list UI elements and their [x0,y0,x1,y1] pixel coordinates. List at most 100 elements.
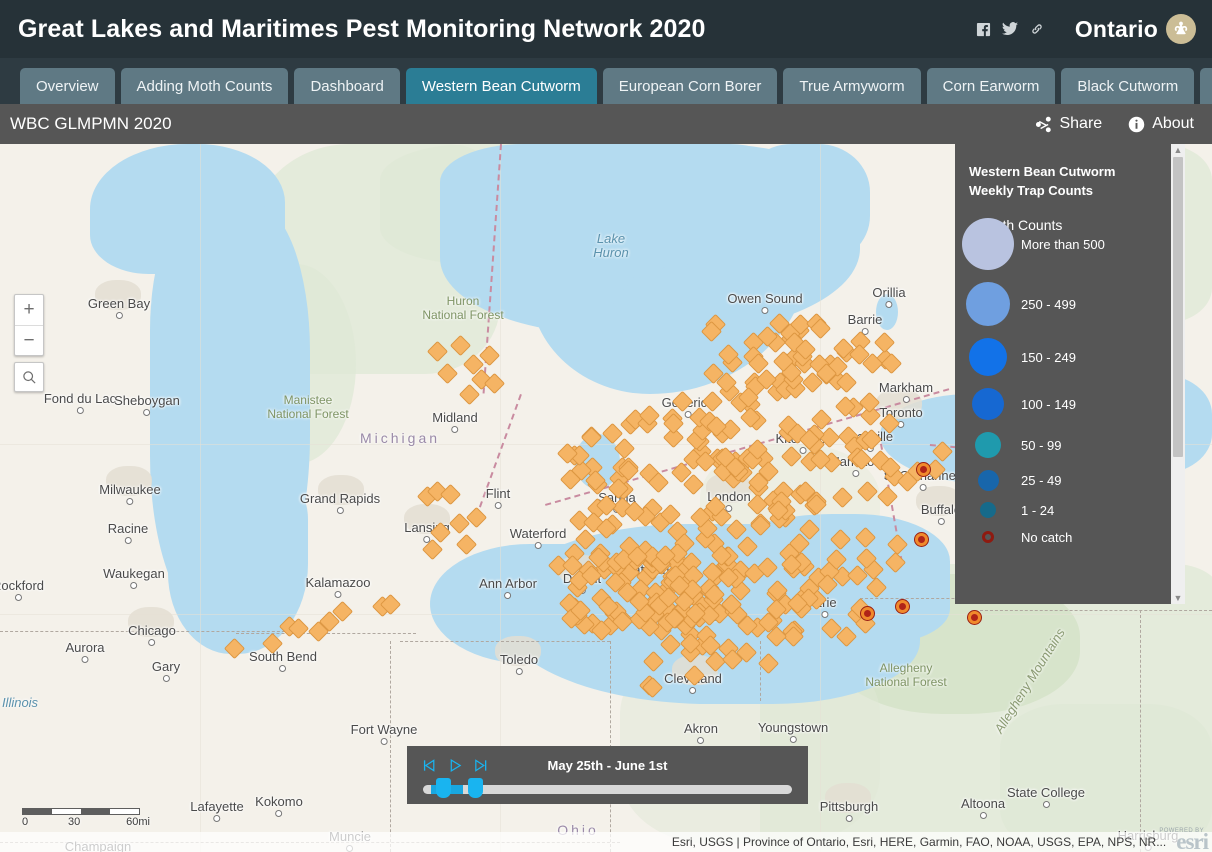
legend-symbol [955,388,1021,420]
map-city-marker: South Bend [249,649,317,672]
social-links [976,22,1045,37]
map-city-dot [761,307,768,314]
map-city-marker: Aurora [65,640,104,663]
map-city-marker: Altoona [961,796,1005,819]
previous-button[interactable] [423,758,438,773]
map-city-label: Youngstown [758,720,828,735]
map-city-label: Lafayette [190,799,244,814]
map-city-marker: Midland [432,410,478,433]
scroll-thumb[interactable] [1173,157,1183,457]
tab-european-corn-borer[interactable]: European Corn Borer [603,68,778,104]
map-city-marker: Waukegan [103,566,165,589]
map-viewport[interactable]: HuronNational Forest ManisteeNational For… [0,144,1212,852]
map-state-border [980,610,1212,611]
map-city-marker: Toledo [500,652,538,675]
tab-dashboard[interactable]: Dashboard [294,68,399,104]
facebook-icon[interactable] [976,22,991,37]
map-city-label: Markham [879,380,933,395]
map-city-label: Orillia [872,285,905,300]
about-label: About [1152,115,1194,133]
map-nocatch-marker[interactable] [915,533,928,546]
map-city-dot [689,687,696,694]
map-city-label: State College [1007,785,1085,800]
twitter-icon[interactable] [1002,22,1018,36]
map-state-border [1140,610,1141,852]
map-city-dot [885,301,892,308]
map-city-label: Racine [108,521,148,536]
map-city-label: Midland [432,410,478,425]
map-city-dot [452,426,459,433]
map-city-label: Gary [152,659,180,674]
search-icon [22,370,37,385]
next-button[interactable] [473,758,488,773]
scale-tick-2: 60mi [126,816,150,828]
legend-symbol [955,218,1021,270]
scroll-up-icon[interactable]: ▲ [1174,144,1183,156]
map-state-border [760,641,761,701]
tab-adding-moth-counts[interactable]: Adding Moth Counts [121,68,289,104]
legend-scrollbar[interactable]: ▲ ▼ [1171,144,1185,604]
legend-circle-marker [969,338,1007,376]
time-slider-handle-end[interactable] [468,778,483,798]
map-city-label: Chicago [128,623,176,638]
scroll-down-icon[interactable]: ▼ [1174,592,1183,604]
map-city-marker: Owen Sound [727,291,802,314]
ontario-brand[interactable]: Ontario [1075,14,1196,44]
map-nocatch-marker[interactable] [861,607,874,620]
map-city-label: Green Bay [88,296,150,311]
attribution-text: Esri, USGS | Province of Ontario, Esri, … [672,835,1166,849]
legend-circle-marker [966,282,1010,326]
tab-western-bean-cutworm[interactable]: Western Bean Cutworm [406,68,597,104]
tab-label: Black Cutworm [1077,78,1178,95]
tab-menu-button[interactable] [1200,68,1212,104]
tab-true-armyworm[interactable]: True Armyworm [783,68,920,104]
map-city-label: Owen Sound [727,291,802,306]
about-button[interactable]: About [1128,115,1194,133]
powered-by-label: POWERED BY [1159,828,1204,834]
map-city-marker: Orillia [872,285,905,308]
zoom-in-button[interactable]: + [15,295,43,325]
legend-circle-marker [980,502,996,518]
map-subheader: WBC GLMPMN 2020 Share About [0,104,1212,144]
map-area-label: HuronNational Forest [422,294,503,322]
play-button[interactable] [448,758,463,773]
map-city-dot [82,656,89,663]
map-city-marker: Lafayette [190,799,244,822]
map-city-marker: Fort Wayne [351,722,418,745]
time-slider-handle-start[interactable] [436,778,451,798]
legend-symbol [955,502,1021,518]
map-city-label: Kokomo [255,794,303,809]
map-city-dot [845,815,852,822]
legend-symbol [955,531,1021,543]
search-button[interactable] [14,362,44,392]
tab-black-cutworm[interactable]: Black Cutworm [1061,68,1194,104]
zoom-out-button[interactable]: − [15,325,43,355]
map-nocatch-marker[interactable] [896,600,909,613]
link-icon[interactable] [1029,22,1045,36]
map-city-dot [77,407,84,414]
legend-circle-marker [975,432,1001,458]
legend-entry-label: 1 - 24 [1021,503,1054,518]
map-nocatch-marker[interactable] [917,463,930,476]
tab-label: True Armyworm [799,78,904,95]
tab-overview[interactable]: Overview [20,68,115,104]
legend-ring-marker [982,531,994,543]
tab-corn-earworm[interactable]: Corn Earworm [927,68,1056,104]
tab-label: European Corn Borer [619,78,762,95]
map-state-border [390,641,391,852]
map-city-dot [822,611,829,618]
time-slider-track[interactable] [423,785,792,794]
map-city-label: Flint [486,486,511,501]
map-city-dot [148,639,155,646]
map-city-dot [938,518,945,525]
share-button[interactable]: Share [1035,115,1102,133]
map-nocatch-marker[interactable] [968,611,981,624]
legend-circle-marker [972,388,1004,420]
map-city-label: Milwaukee [99,482,160,497]
map-city-marker: Racine [108,521,148,544]
map-area-label: ManisteeNational Forest [267,393,348,421]
map-area-label: Michigan [360,431,440,445]
map-city-dot [15,594,22,601]
map-city-marker: State College [1007,785,1085,808]
map-water-shape [740,144,870,264]
